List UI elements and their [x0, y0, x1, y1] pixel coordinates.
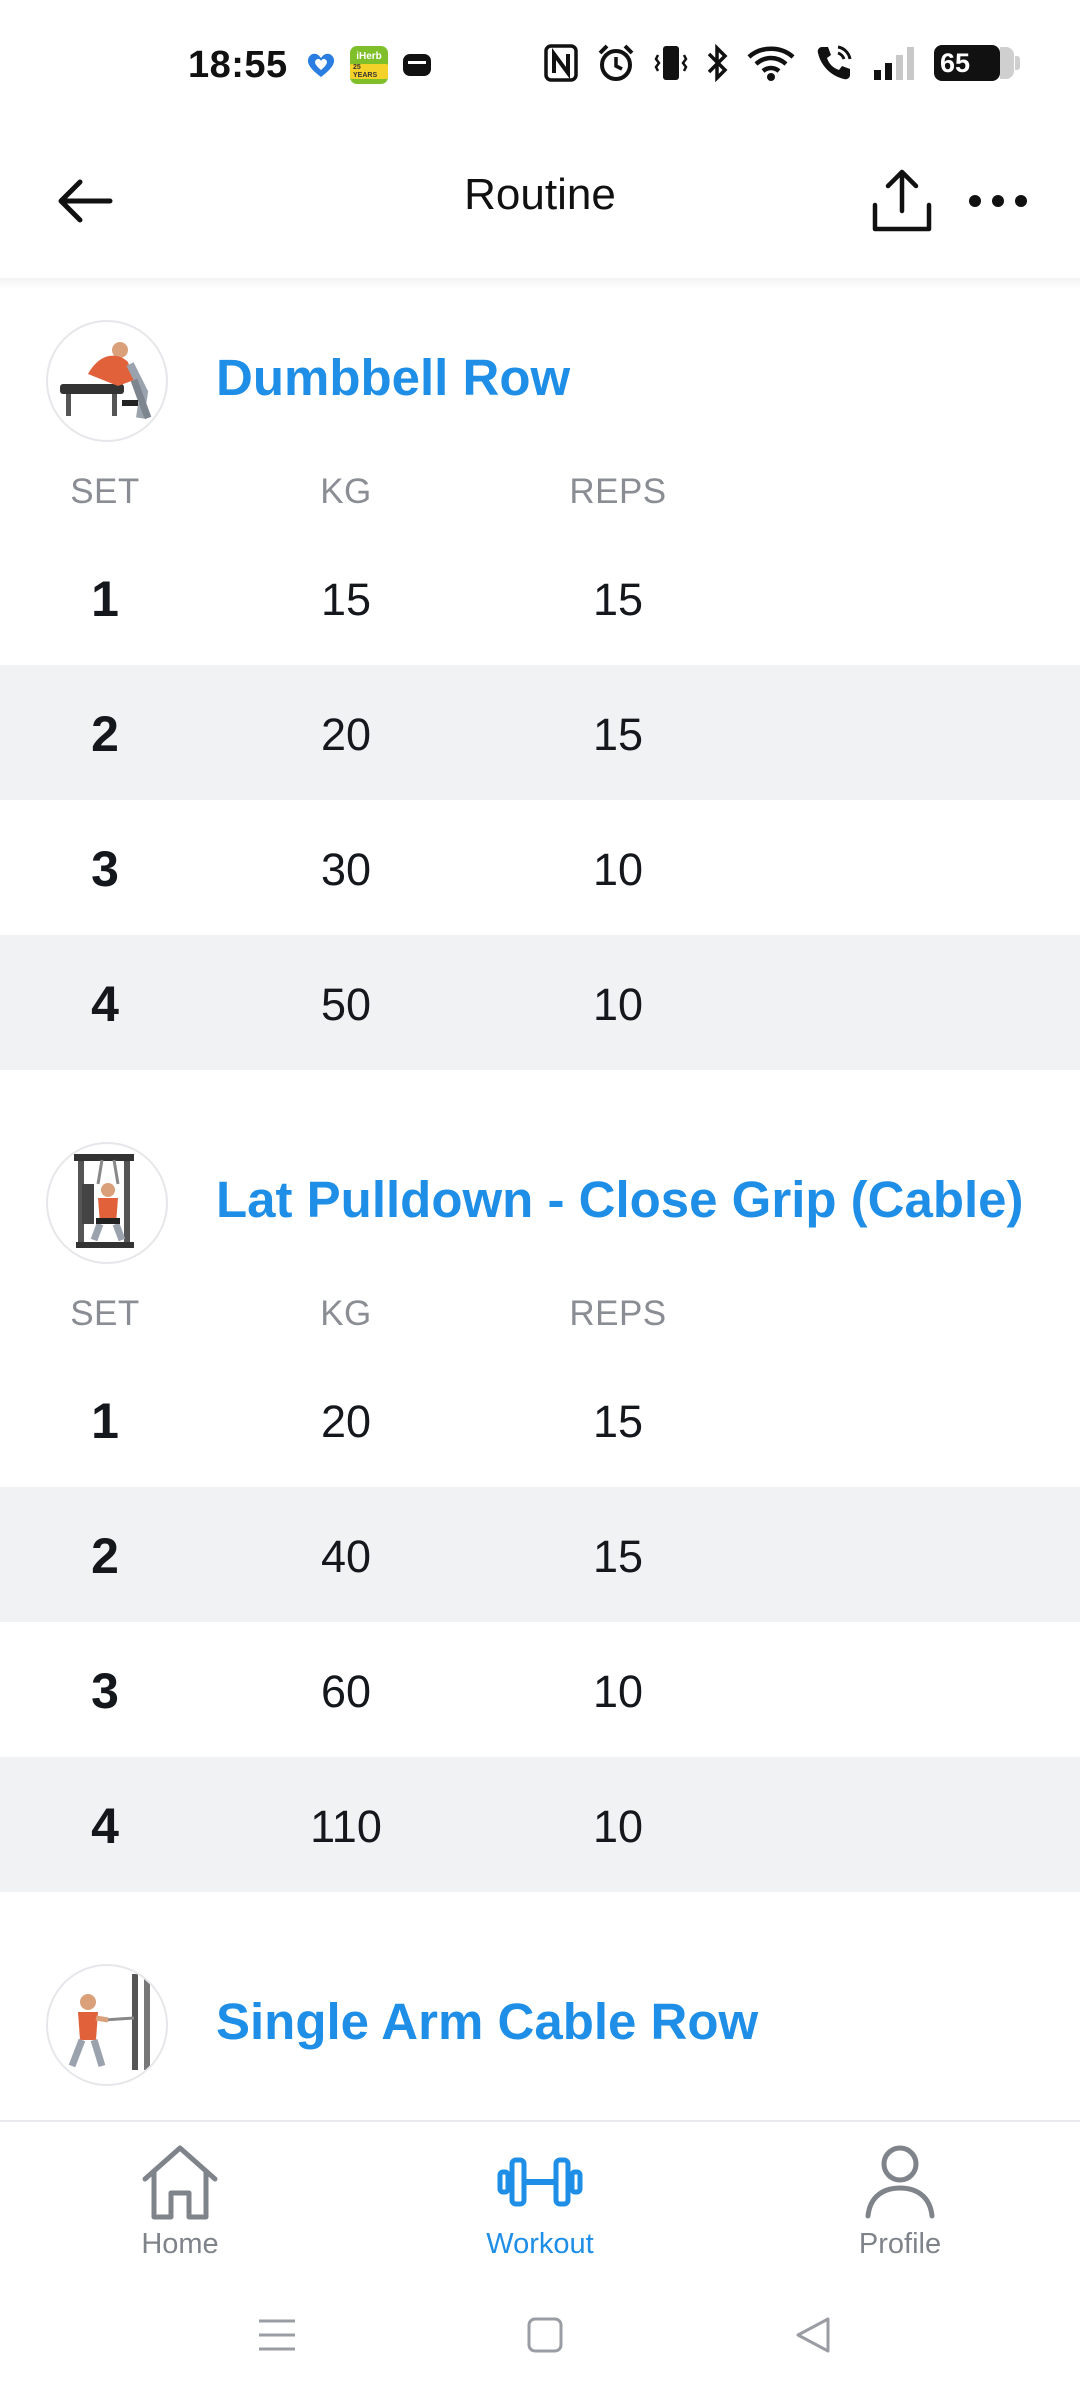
exercise-header[interactable]: Dumbbell Row	[0, 300, 1080, 450]
system-status-icons: 65	[544, 42, 1020, 84]
nav-label-home: Home	[141, 2228, 219, 2260]
set-row: 3 30 10	[0, 800, 1080, 935]
bottom-navigation: Home Workout Profile	[0, 2120, 1080, 2270]
nav-item-profile[interactable]: Profile	[800, 2122, 1000, 2272]
reps-column-label: REPS	[569, 472, 667, 511]
more-horizontal-icon	[969, 195, 1027, 207]
vibrate-icon	[654, 42, 688, 84]
exercise-card: Single Arm Cable Row	[0, 1944, 1080, 2094]
set-kg: 110	[310, 1801, 382, 1852]
set-row: 3 60 10	[0, 1622, 1080, 1757]
header-divider	[0, 278, 1080, 290]
set-number: 4	[91, 1798, 119, 1854]
kg-column-label: KG	[320, 1294, 372, 1333]
wallet-icon	[400, 48, 434, 82]
nav-item-workout[interactable]: Workout	[440, 2122, 640, 2272]
nav-label-profile: Profile	[858, 2228, 942, 2260]
set-reps: 10	[592, 979, 644, 1030]
exercise-header[interactable]: Single Arm Cable Row	[0, 1944, 1080, 2094]
set-kg: 30	[320, 844, 372, 895]
iherb-label: iHerb	[356, 50, 382, 62]
set-column-label: SET	[70, 472, 140, 511]
exercise-card: Lat Pulldown - Close Grip (Cable) SET KG…	[0, 1122, 1080, 1892]
status-bar: 18:55 iHerb 25 YEARS 65	[0, 0, 1080, 130]
set-reps: 15	[592, 574, 644, 625]
set-number: 1	[91, 1393, 119, 1449]
battery-icon: 65	[934, 45, 1020, 81]
set-row: 2 20 15	[0, 665, 1080, 800]
set-row: 1 15 15	[0, 530, 1080, 665]
home-system-button[interactable]	[500, 2300, 590, 2370]
set-number: 4	[91, 976, 119, 1032]
exercise-name[interactable]: Lat Pulldown - Close Grip (Cable)	[216, 1170, 1024, 1229]
set-kg: 20	[320, 1396, 372, 1447]
set-number: 2	[91, 1528, 119, 1584]
exercise-header[interactable]: Lat Pulldown - Close Grip (Cable)	[0, 1122, 1080, 1272]
set-number: 2	[91, 706, 119, 762]
notification-icons: iHerb 25 YEARS	[304, 46, 434, 84]
home-icon	[142, 2145, 218, 2220]
set-kg: 15	[320, 574, 372, 625]
more-options-button[interactable]	[962, 166, 1034, 236]
wifi-call-icon	[814, 42, 854, 84]
exercise-name[interactable]: Single Arm Cable Row	[216, 1992, 758, 2051]
exercise-thumbnail[interactable]	[46, 1964, 168, 2086]
nfc-icon	[544, 42, 578, 84]
reps-column-label: REPS	[569, 1294, 667, 1333]
set-reps: 15	[592, 709, 644, 760]
dumbbell-row-illustration-icon	[60, 342, 152, 420]
profile-icon	[865, 2145, 935, 2219]
signal-icon	[872, 42, 916, 84]
wifi-icon	[746, 42, 796, 84]
share-button[interactable]	[862, 156, 942, 246]
set-number: 1	[91, 571, 119, 627]
dumbbell-icon	[497, 2157, 583, 2207]
sets-column-header: SET KG REPS	[0, 450, 1080, 530]
exercise-thumbnail[interactable]	[46, 320, 168, 442]
nav-label-workout: Workout	[486, 2228, 594, 2260]
iherb-years: 25 YEARS	[350, 63, 388, 80]
square-icon	[527, 2317, 563, 2353]
triangle-back-icon	[796, 2317, 830, 2353]
kg-column-label: KG	[320, 472, 372, 511]
set-row: 4 110 10	[0, 1757, 1080, 1892]
nav-item-home[interactable]: Home	[80, 2122, 280, 2272]
system-navigation-bar	[0, 2270, 1080, 2400]
lat-pulldown-illustration-icon	[74, 1154, 134, 1248]
set-reps: 15	[592, 1396, 644, 1447]
set-number: 3	[91, 1663, 119, 1719]
exercise-thumbnail[interactable]	[46, 1142, 168, 1264]
set-row: 1 20 15	[0, 1352, 1080, 1487]
health-app-icon	[304, 48, 338, 82]
alarm-icon	[596, 42, 636, 84]
share-icon	[872, 169, 932, 232]
menu-lines-icon	[259, 2319, 295, 2351]
app-header: Routine	[0, 130, 1080, 278]
cable-row-illustration-icon	[68, 1974, 150, 2070]
set-column-label: SET	[70, 1294, 140, 1333]
exercise-card: Dumbbell Row SET KG REPS 1 15 15 2 20 15…	[0, 300, 1080, 1070]
recents-button[interactable]	[232, 2300, 322, 2370]
set-kg: 60	[320, 1666, 372, 1717]
routine-screen: 18:55 iHerb 25 YEARS 65 Routine Dumbbell…	[0, 0, 1080, 2400]
set-kg: 50	[320, 979, 372, 1030]
bluetooth-icon	[706, 42, 728, 84]
iherb-icon: iHerb 25 YEARS	[350, 46, 388, 84]
set-row: 2 40 15	[0, 1487, 1080, 1622]
set-reps: 15	[592, 1531, 644, 1582]
set-reps: 10	[592, 1801, 644, 1852]
exercise-name[interactable]: Dumbbell Row	[216, 348, 570, 407]
set-reps: 10	[592, 844, 644, 895]
set-reps: 10	[592, 1666, 644, 1717]
set-kg: 20	[320, 709, 372, 760]
set-kg: 40	[320, 1531, 372, 1582]
status-time: 18:55	[188, 44, 288, 86]
set-row: 4 50 10	[0, 935, 1080, 1070]
back-system-button[interactable]	[768, 2300, 858, 2370]
sets-column-header: SET KG REPS	[0, 1272, 1080, 1352]
set-number: 3	[91, 841, 119, 897]
